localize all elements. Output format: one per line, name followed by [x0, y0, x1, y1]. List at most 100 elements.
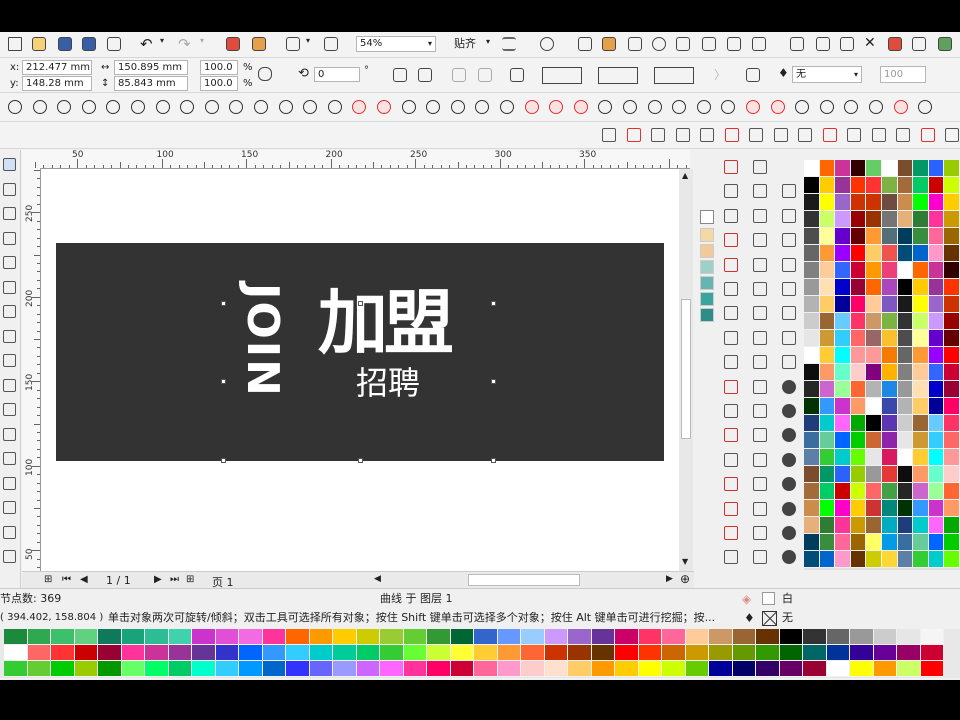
palette-color-swatch[interactable] — [850, 449, 867, 466]
palette-color-swatch[interactable] — [121, 645, 145, 661]
palette-color-swatch[interactable] — [804, 517, 820, 534]
palette-color-swatch[interactable] — [882, 330, 898, 347]
eyedropper-tool-icon[interactable] — [3, 452, 16, 465]
palette-color-swatch[interactable] — [192, 645, 216, 661]
tool-shortcut-icon[interactable] — [847, 128, 861, 142]
transform-icon[interactable] — [628, 37, 642, 51]
palette-color-swatch[interactable] — [928, 347, 945, 364]
palette-color-swatch[interactable] — [709, 661, 733, 677]
palette-color-swatch[interactable] — [928, 534, 945, 551]
palette-color-swatch[interactable] — [450, 661, 474, 677]
ellipse-tool-icon[interactable] — [3, 329, 16, 343]
palette-color-swatch[interactable] — [192, 661, 216, 677]
docker-tool-icon[interactable] — [782, 330, 796, 345]
docker-tool-icon[interactable] — [753, 233, 767, 248]
palette-color-swatch[interactable] — [873, 629, 897, 645]
palette-color-swatch[interactable] — [866, 279, 882, 296]
import-icon[interactable] — [226, 37, 240, 51]
docker-tool-icon[interactable] — [724, 379, 738, 394]
palette-color-swatch[interactable] — [913, 347, 929, 364]
palette-color-swatch[interactable] — [756, 645, 780, 661]
symbol-glyph-icon[interactable] — [106, 100, 121, 114]
palette-color-swatch[interactable] — [819, 381, 836, 398]
palette-color-swatch[interactable] — [27, 645, 51, 661]
palette-color-swatch[interactable] — [474, 661, 498, 677]
palette-color-swatch[interactable] — [913, 296, 929, 313]
palette-color-swatch[interactable] — [850, 228, 867, 245]
palette-color-swatch[interactable] — [928, 245, 945, 262]
palette-color-swatch[interactable] — [882, 551, 898, 568]
palette-color-swatch[interactable] — [835, 347, 851, 364]
palette-color-swatch[interactable] — [356, 661, 380, 677]
docker-tool-icon[interactable] — [753, 184, 767, 199]
save-as-icon[interactable] — [82, 37, 96, 51]
palette-color-swatch[interactable] — [944, 534, 960, 551]
palette-color-swatch[interactable] — [835, 228, 851, 245]
palette-color-swatch[interactable] — [121, 661, 145, 677]
palette-color-swatch[interactable] — [835, 534, 851, 551]
palette-color-swatch[interactable] — [897, 534, 914, 551]
palette-color-swatch[interactable] — [882, 262, 898, 279]
selection-handle-tc[interactable] — [358, 301, 363, 306]
height-field[interactable]: 85.843 mm — [114, 76, 188, 91]
palette-color-swatch[interactable] — [882, 483, 898, 500]
palette-color-swatch[interactable] — [804, 449, 820, 466]
docker-tool-icon[interactable] — [724, 501, 738, 516]
palette-color-swatch[interactable] — [544, 645, 568, 661]
palette-color-swatch[interactable] — [920, 661, 944, 677]
palette-color-swatch[interactable] — [944, 364, 960, 381]
docker-tool-icon[interactable] — [724, 306, 738, 321]
palette-color-swatch[interactable] — [866, 347, 882, 364]
palette-color-swatch[interactable] — [944, 211, 960, 228]
scroll-up-icon[interactable]: ▲ — [682, 171, 688, 180]
smart-fill-icon[interactable] — [3, 280, 16, 294]
symbol-glyph-icon[interactable] — [844, 100, 859, 114]
palette-color-swatch[interactable] — [897, 645, 921, 661]
tool-shortcut-icon[interactable] — [822, 128, 837, 142]
palette-color-swatch[interactable] — [145, 661, 169, 677]
docker-tool-icon[interactable] — [753, 501, 767, 516]
palette-color-swatch[interactable] — [835, 432, 851, 449]
add-page-icon[interactable]: ⊞ — [44, 574, 52, 585]
palette-color-swatch[interactable] — [882, 313, 898, 330]
palette-color-swatch[interactable] — [333, 661, 357, 677]
print-icon[interactable] — [107, 37, 121, 51]
palette-color-swatch[interactable] — [882, 347, 898, 364]
palette-color-swatch[interactable] — [944, 449, 960, 466]
docker-tool-icon[interactable] — [724, 477, 738, 492]
application-launcher-icon[interactable] — [286, 37, 300, 51]
open-folder-icon[interactable] — [32, 37, 46, 51]
intersect-icon[interactable] — [654, 67, 694, 84]
palette-color-swatch[interactable] — [913, 500, 929, 517]
copy-icon[interactable] — [912, 37, 926, 51]
interactive-fill-icon[interactable] — [3, 525, 16, 539]
zoom-level-select[interactable]: 54% ▾ — [356, 36, 436, 52]
text-tool-icon[interactable] — [3, 378, 16, 392]
symbol-glyph-icon[interactable] — [893, 100, 908, 114]
new-document-icon[interactable] — [8, 37, 22, 51]
palette-color-swatch[interactable] — [819, 483, 836, 500]
palette-color-swatch[interactable] — [866, 245, 882, 262]
fill-tool-icon[interactable] — [3, 501, 16, 514]
palette-color-swatch[interactable] — [913, 483, 929, 500]
docker-tool-icon[interactable] — [753, 208, 767, 223]
docker-tool-icon[interactable] — [753, 160, 767, 174]
palette-color-swatch[interactable] — [928, 381, 945, 398]
alignment-guides-icon[interactable] — [502, 37, 516, 51]
palette-color-swatch[interactable] — [897, 364, 914, 381]
palette-color-swatch[interactable] — [866, 177, 882, 194]
palette-color-swatch[interactable] — [474, 629, 498, 645]
palette-color-swatch[interactable] — [913, 551, 929, 568]
docker-tool-icon[interactable] — [724, 160, 738, 174]
palette-color-swatch[interactable] — [866, 415, 882, 432]
palette-color-swatch[interactable] — [168, 645, 192, 661]
palette-color-swatch[interactable] — [866, 330, 882, 347]
selection-handle-tl[interactable] — [221, 301, 226, 306]
palette-color-swatch[interactable] — [928, 262, 945, 279]
docker-tool-icon[interactable] — [753, 550, 767, 565]
palette-color-swatch[interactable] — [882, 228, 898, 245]
palette-color-swatch[interactable] — [866, 211, 882, 228]
docker-tool-icon[interactable] — [753, 477, 767, 492]
palette-color-swatch[interactable] — [928, 228, 945, 245]
palette-color-swatch[interactable] — [835, 551, 851, 568]
